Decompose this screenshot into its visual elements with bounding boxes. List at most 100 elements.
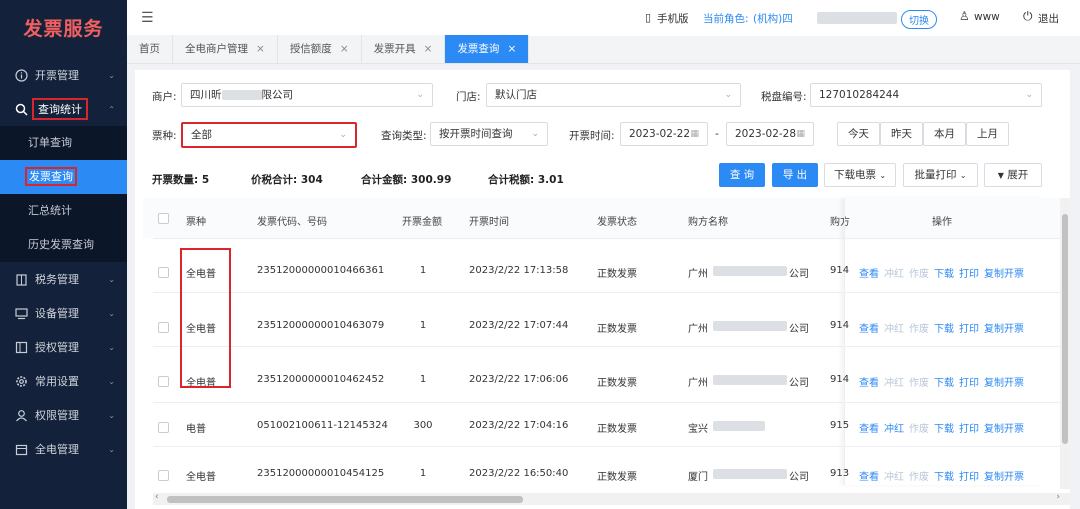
tab-label: 全电商户管理 <box>185 43 248 55</box>
print-link[interactable]: 打印 <box>959 324 979 335</box>
menu-toggle-icon[interactable]: ☰ <box>141 10 154 26</box>
export-button[interactable]: 导 出 <box>772 163 818 187</box>
info-circle-icon <box>14 68 28 82</box>
download-link[interactable]: 下载 <box>934 472 954 483</box>
close-icon[interactable]: × <box>507 43 516 55</box>
red-reverse-link[interactable]: 冲红 <box>884 269 904 280</box>
sidebar-item-device[interactable]: 设备管理 ⌄ <box>0 296 127 330</box>
query-button[interactable]: 查 询 <box>719 163 765 187</box>
copy-invoice-link[interactable]: 复制开票 <box>984 472 1024 483</box>
copy-invoice-link[interactable]: 复制开票 <box>984 324 1024 335</box>
void-link[interactable]: 作废 <box>909 324 929 335</box>
view-link[interactable]: 查看 <box>859 378 879 389</box>
download-label: 下载电票 <box>833 169 876 181</box>
mobile-link[interactable]: 手机版 <box>657 11 689 26</box>
sidebar-item-quandian[interactable]: 全电管理 ⌄ <box>0 432 127 466</box>
copy-invoice-link[interactable]: 复制开票 <box>984 269 1024 280</box>
print-link[interactable]: 打印 <box>959 424 979 435</box>
col-type: 票种 <box>186 217 206 228</box>
select-all-checkbox[interactable] <box>158 213 169 224</box>
type-highlight-box <box>180 248 231 388</box>
download-link[interactable]: 下载 <box>934 378 954 389</box>
close-icon[interactable]: × <box>424 43 433 55</box>
tab-home[interactable]: 首页 <box>127 35 173 63</box>
scroll-left-icon[interactable]: ‹ <box>155 492 159 502</box>
sidebar-item-settings[interactable]: 常用设置 ⌄ <box>0 364 127 398</box>
print-link[interactable]: 打印 <box>959 472 979 483</box>
main-area: 商户: 四川昕 限公司 ⌄ 门店: 默认门店 ⌄ 税盘编号: 1270102842… <box>127 64 1080 509</box>
tab-merchant[interactable]: 全电商户管理 × <box>173 35 278 63</box>
quick-yesterday-button[interactable]: 昨天 <box>880 122 923 146</box>
col-code: 发票代码、号码 <box>257 217 327 228</box>
cell-buyer: 广州 <box>688 378 708 389</box>
red-reverse-link[interactable]: 冲红 <box>884 324 904 335</box>
copy-invoice-link[interactable]: 复制开票 <box>984 424 1024 435</box>
scrollbar-thumb[interactable] <box>167 496 523 503</box>
expand-button[interactable]: ▼ 展开 <box>984 163 1042 187</box>
vertical-scrollbar[interactable] <box>1060 198 1070 489</box>
view-link[interactable]: 查看 <box>859 324 879 335</box>
red-reverse-link[interactable]: 冲红 <box>884 424 904 435</box>
download-link[interactable]: 下载 <box>934 324 954 335</box>
date-start-input[interactable]: 2023-02-22 ▦ <box>620 122 708 146</box>
logout-button[interactable]: 退出 <box>1038 11 1059 26</box>
print-link[interactable]: 打印 <box>959 269 979 280</box>
cell-time: 2023/2/22 17:07:44 <box>469 320 569 331</box>
row-checkbox[interactable] <box>158 322 169 333</box>
void-link[interactable]: 作废 <box>909 472 929 483</box>
void-link[interactable]: 作废 <box>909 424 929 435</box>
tab-issue[interactable]: 发票开具 × <box>361 35 446 63</box>
sidebar-item-query-stats[interactable]: 查询统计 ⌃ <box>0 92 127 126</box>
void-link[interactable]: 作废 <box>909 269 929 280</box>
print-link[interactable]: 打印 <box>959 378 979 389</box>
copy-invoice-link[interactable]: 复制开票 <box>984 378 1024 389</box>
view-link[interactable]: 查看 <box>859 472 879 483</box>
cell-time: 2023/2/22 17:04:16 <box>469 420 569 431</box>
sidebar-subitem-summary[interactable]: 汇总统计 <box>0 194 127 228</box>
query-type-select[interactable]: 按开票时间查询 ⌄ <box>430 122 548 146</box>
quick-last-month-button[interactable]: 上月 <box>966 122 1009 146</box>
buyer-redacted <box>713 421 765 431</box>
row-checkbox[interactable] <box>158 267 169 278</box>
sidebar-item-tax[interactable]: 税务管理 ⌄ <box>0 262 127 296</box>
type-label: 票种: <box>152 130 177 142</box>
mobile-icon[interactable]: ▯ <box>645 11 651 24</box>
sidebar-item-invoicing[interactable]: 开票管理 ⌄ <box>0 58 127 92</box>
quick-month-button[interactable]: 本月 <box>923 122 966 146</box>
date-end-input[interactable]: 2023-02-28 ▦ <box>726 122 814 146</box>
chevron-down-icon: ⌄ <box>724 90 732 100</box>
switch-role-button[interactable]: 切换 <box>901 10 937 29</box>
view-link[interactable]: 查看 <box>859 269 879 280</box>
sidebar-item-permission[interactable]: 权限管理 ⌄ <box>0 398 127 432</box>
quick-today-button[interactable]: 今天 <box>837 122 880 146</box>
row-checkbox[interactable] <box>158 376 169 387</box>
sidebar-item-auth[interactable]: 授权管理 ⌄ <box>0 330 127 364</box>
download-button[interactable]: 下载电票 ⌄ <box>824 163 896 187</box>
sidebar-subitem-history[interactable]: 历史发票查询 <box>0 228 127 262</box>
sidebar-subitem-order-query[interactable]: 订单查询 <box>0 126 127 160</box>
row-checkbox[interactable] <box>158 422 169 433</box>
cell-buyer: 广州 <box>688 324 708 335</box>
tab-invoice-query[interactable]: 发票查询 × <box>445 35 530 63</box>
merchant-select[interactable]: 四川昕 限公司 ⌄ <box>181 83 433 107</box>
tax-select[interactable]: 127010284244 ⌄ <box>810 83 1042 107</box>
scrollbar-thumb[interactable] <box>1062 214 1068 444</box>
void-link[interactable]: 作废 <box>909 378 929 389</box>
scroll-right-icon[interactable]: › <box>1056 492 1060 502</box>
invoice-type-select[interactable]: 全部 ⌄ <box>181 122 357 148</box>
sidebar-subitem-invoice-query[interactable]: 发票查询 <box>0 160 127 194</box>
tab-credit[interactable]: 授信额度 × <box>277 35 362 63</box>
download-link[interactable]: 下载 <box>934 424 954 435</box>
download-link[interactable]: 下载 <box>934 269 954 280</box>
batch-print-button[interactable]: 批量打印 ⌄ <box>903 163 978 187</box>
close-icon[interactable]: × <box>340 43 349 55</box>
close-icon[interactable]: × <box>256 43 265 55</box>
row-checkbox[interactable] <box>158 470 169 481</box>
store-select[interactable]: 默认门店 ⌄ <box>486 83 741 107</box>
red-reverse-link[interactable]: 冲红 <box>884 378 904 389</box>
user-name[interactable]: www <box>974 11 1000 23</box>
cell-code: 23512000000010466361 <box>257 265 385 276</box>
horizontal-scrollbar[interactable]: ‹ › <box>153 492 1070 505</box>
red-reverse-link[interactable]: 冲红 <box>884 472 904 483</box>
view-link[interactable]: 查看 <box>859 424 879 435</box>
